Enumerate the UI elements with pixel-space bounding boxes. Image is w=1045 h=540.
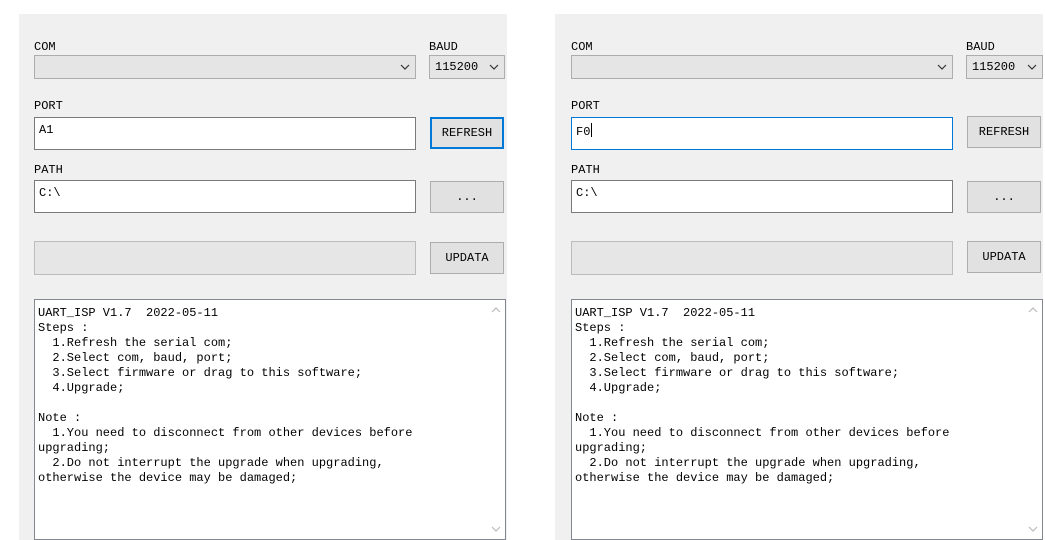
baud-select[interactable]: 115200 (429, 55, 505, 79)
path-input-value: C:\ (39, 186, 61, 200)
port-input[interactable]: A1 (34, 117, 416, 150)
scroll-up-arrow-icon[interactable] (1026, 303, 1040, 317)
com-select[interactable] (34, 55, 416, 79)
com-label: COM (34, 40, 56, 54)
upgrade-progress-bar (571, 241, 953, 275)
scroll-down-arrow-icon[interactable] (1026, 522, 1040, 536)
isp-window-right: COM BAUD 115200 PORT F0 REFRESH PATH C:\… (555, 14, 1043, 540)
chevron-down-icon (937, 64, 947, 70)
browse-button[interactable]: ... (967, 181, 1041, 213)
browse-button[interactable]: ... (430, 181, 504, 213)
path-label: PATH (571, 163, 600, 177)
baud-label: BAUD (429, 40, 458, 54)
chevron-down-icon (1027, 64, 1037, 70)
update-button[interactable]: UPDATA (967, 241, 1041, 273)
chevron-down-icon (400, 64, 410, 70)
com-select[interactable] (571, 55, 953, 79)
scroll-down-arrow-icon[interactable] (489, 522, 503, 536)
baud-select-value: 115200 (972, 60, 1016, 74)
port-input[interactable]: F0 (571, 117, 953, 150)
path-input-value: C:\ (576, 186, 598, 200)
baud-label: BAUD (966, 40, 995, 54)
path-input[interactable]: C:\ (571, 180, 953, 213)
text-caret (591, 123, 593, 137)
refresh-button[interactable]: REFRESH (967, 116, 1041, 148)
log-textarea[interactable]: UART_ISP V1.7 2022-05-11 Steps : 1.Refre… (34, 299, 506, 540)
port-input-text: F0 (576, 125, 591, 139)
path-input[interactable]: C:\ (34, 180, 416, 213)
port-input-value: F0 (576, 123, 593, 139)
baud-select-value: 115200 (435, 60, 479, 74)
upgrade-progress-bar (34, 241, 416, 275)
log-text: UART_ISP V1.7 2022-05-11 Steps : 1.Refre… (575, 306, 950, 485)
port-input-value: A1 (39, 123, 54, 137)
log-text: UART_ISP V1.7 2022-05-11 Steps : 1.Refre… (38, 306, 413, 485)
log-textarea[interactable]: UART_ISP V1.7 2022-05-11 Steps : 1.Refre… (571, 299, 1043, 540)
refresh-button[interactable]: REFRESH (430, 117, 504, 149)
path-label: PATH (34, 163, 63, 177)
chevron-down-icon (489, 64, 499, 70)
isp-window-left: COM BAUD 115200 PORT A1 REFRESH PATH C:\… (19, 14, 507, 540)
port-label: PORT (34, 99, 63, 113)
com-label: COM (571, 40, 593, 54)
update-button[interactable]: UPDATA (430, 242, 504, 274)
baud-select[interactable]: 115200 (966, 55, 1043, 79)
port-label: PORT (571, 99, 600, 113)
scroll-up-arrow-icon[interactable] (489, 303, 503, 317)
